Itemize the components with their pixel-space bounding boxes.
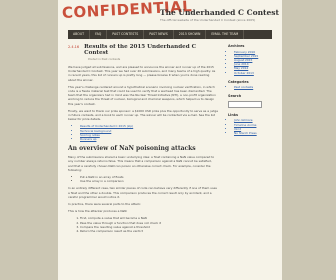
search-widget: Search (228, 94, 276, 108)
attack-steps: First, compute a value that will become … (68, 216, 218, 233)
sidebar: Archives February 2016 September 2015 Au… (228, 44, 276, 280)
section-paragraph: This is how the attacker produces a NaN: (68, 209, 128, 214)
section-bullets: Put a NaN in an array of floats Use the … (68, 175, 218, 183)
nav-item-past-news[interactable]: PAST NEWS (144, 30, 174, 39)
links-widget: Links John Gilmore Timeline Anime Xkcd N… (228, 113, 276, 135)
archives-widget: Archives February 2016 September 2015 Au… (228, 44, 276, 75)
archive-link[interactable]: October 2013 (234, 71, 276, 75)
nav-item-2015-shown[interactable]: 2015 SHOWN (174, 30, 207, 39)
categories-title: Categories (228, 79, 249, 84)
section-heading: An overview of NaN poisoning attacks (68, 145, 196, 153)
post-date: 2.4.16 (68, 45, 80, 49)
post-paragraph: We have judged all submissions, and are … (68, 65, 216, 82)
archives-title: Archives (228, 44, 245, 48)
main-content: 2.4.16 Results of the 2015 Underhanded C… (68, 44, 218, 280)
nav-item-email-team[interactable]: EMAIL THE TEAM (206, 30, 245, 39)
category-link[interactable]: Past contests (234, 85, 276, 89)
nav-item-about[interactable]: ABOUT (68, 30, 91, 39)
nav-item-past-contests[interactable]: PAST CONTESTS (107, 30, 145, 39)
attack-step: Return the comparison result as the verd… (80, 229, 218, 233)
search-title: Search (228, 94, 242, 99)
main-nav: ABOUT FAQ PAST CONTESTS PAST NEWS 2015 S… (68, 30, 272, 39)
section-paragraph: Many of the submissions shared a basic u… (68, 155, 215, 172)
results-link[interactable]: Runners up (80, 137, 218, 141)
categories-widget: Categories Past contests (228, 80, 276, 90)
blogroll-link[interactable]: No Starch Press (234, 131, 276, 135)
site-tagline: The official website of the Underhanded … (160, 18, 256, 22)
section-bullet: Use the array in a comparison (80, 179, 218, 183)
post-title[interactable]: Results of the 2015 Underhanded C Contes… (84, 44, 218, 56)
results-links: Results of Underhanded C 2015 (zip) Tech… (68, 124, 218, 141)
post-meta[interactable]: Posted in Past contests (88, 57, 218, 61)
section-paragraph: In practice, there were several parts to… (68, 202, 141, 207)
post-header: 2.4.16 Results of the 2015 Underhanded C… (68, 44, 218, 56)
post-paragraph: Finally, we want to thank our prize spon… (68, 108, 218, 122)
site-title[interactable]: The Underhanded C Contest (160, 8, 279, 17)
links-title: Links (228, 112, 239, 117)
header: CONFIDENTIAL The Underhanded C Contest T… (58, 0, 282, 30)
search-input[interactable] (228, 100, 262, 108)
section-paragraph: In an entirely different case, two simil… (68, 186, 217, 199)
post-paragraph: This year's challenge centered around a … (68, 84, 216, 106)
nav-item-faq[interactable]: FAQ (90, 30, 108, 39)
page: CONFIDENTIAL The Underhanded C Contest T… (58, 0, 282, 280)
